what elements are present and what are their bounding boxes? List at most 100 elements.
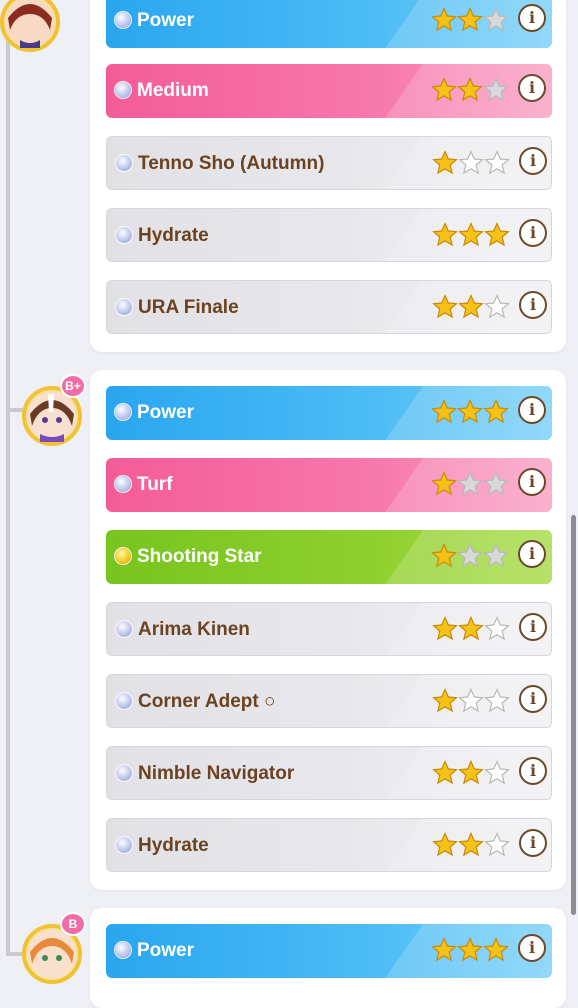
star-rating bbox=[431, 7, 509, 33]
star-filled-icon bbox=[483, 937, 509, 962]
factor-row[interactable]: Turf i bbox=[106, 458, 552, 512]
lineage-tree-line bbox=[6, 40, 10, 955]
rank-badge: B bbox=[60, 912, 86, 936]
factor-row[interactable]: Hydrate i bbox=[106, 818, 552, 872]
star-rating bbox=[431, 399, 509, 425]
star-filled-icon bbox=[458, 760, 484, 785]
star-empty-icon bbox=[484, 150, 510, 175]
star-rating bbox=[431, 543, 509, 569]
star-empty-icon bbox=[483, 471, 509, 496]
factor-dot-icon bbox=[115, 82, 131, 98]
star-empty-icon bbox=[484, 616, 510, 641]
star-filled-icon bbox=[457, 937, 483, 962]
star-filled-icon bbox=[431, 471, 457, 496]
star-filled-icon bbox=[483, 399, 509, 424]
star-rating bbox=[431, 471, 509, 497]
info-icon[interactable]: i bbox=[519, 829, 547, 857]
factor-dot-icon bbox=[116, 299, 132, 315]
factor-dot-icon bbox=[116, 837, 132, 853]
star-rating bbox=[431, 77, 509, 103]
factor-dot-icon bbox=[116, 155, 132, 171]
star-filled-icon bbox=[432, 294, 458, 319]
info-icon[interactable]: i bbox=[518, 74, 546, 102]
factor-name: Nimble Navigator bbox=[138, 763, 295, 784]
factor-dot-icon bbox=[115, 548, 131, 564]
star-empty-icon bbox=[458, 150, 484, 175]
star-filled-icon bbox=[431, 937, 457, 962]
star-filled-icon bbox=[432, 688, 458, 713]
star-filled-icon bbox=[458, 832, 484, 857]
info-icon[interactable]: i bbox=[518, 468, 546, 496]
star-empty-icon bbox=[458, 688, 484, 713]
star-filled-icon bbox=[431, 7, 457, 32]
rank-badge: B+ bbox=[60, 374, 86, 398]
info-icon[interactable]: i bbox=[519, 613, 547, 641]
factor-name: URA Finale bbox=[138, 297, 239, 318]
factor-row[interactable]: Medium i bbox=[106, 64, 552, 118]
factor-row[interactable]: URA Finale i bbox=[106, 280, 552, 334]
factor-dot-icon bbox=[115, 942, 131, 958]
factor-name: Corner Adept ○ bbox=[138, 691, 276, 712]
factor-name: Power bbox=[137, 10, 195, 31]
factor-dot-icon bbox=[115, 12, 131, 28]
star-filled-icon bbox=[432, 616, 458, 641]
factor-row[interactable]: Corner Adept ○ i bbox=[106, 674, 552, 728]
factor-row[interactable]: Arima Kinen i bbox=[106, 602, 552, 656]
info-icon[interactable]: i bbox=[519, 685, 547, 713]
factor-name: Hydrate bbox=[138, 835, 209, 856]
factor-name: Turf bbox=[137, 474, 173, 495]
star-empty-icon bbox=[457, 543, 483, 568]
star-empty-icon bbox=[457, 471, 483, 496]
factor-dot-icon bbox=[116, 693, 132, 709]
star-filled-icon bbox=[458, 616, 484, 641]
star-rating bbox=[432, 760, 510, 786]
star-filled-icon bbox=[484, 222, 510, 247]
factor-name: Arima Kinen bbox=[138, 619, 250, 640]
star-rating bbox=[432, 150, 510, 176]
star-rating bbox=[432, 616, 510, 642]
star-rating bbox=[432, 222, 510, 248]
factor-name: Power bbox=[137, 940, 195, 961]
factor-dot-icon bbox=[115, 476, 131, 492]
factor-row[interactable]: Hydrate i bbox=[106, 208, 552, 262]
info-icon[interactable]: i bbox=[518, 540, 546, 568]
factor-row[interactable]: Nimble Navigator i bbox=[106, 746, 552, 800]
factor-row[interactable]: Power i bbox=[106, 924, 552, 978]
factor-row[interactable]: Power i bbox=[106, 0, 552, 48]
factor-row[interactable]: Tenno Sho (Autumn) i bbox=[106, 136, 552, 190]
star-filled-icon bbox=[432, 760, 458, 785]
factor-dot-icon bbox=[116, 765, 132, 781]
star-rating bbox=[431, 937, 509, 963]
info-icon[interactable]: i bbox=[519, 147, 547, 175]
star-empty-icon bbox=[484, 832, 510, 857]
star-rating bbox=[432, 688, 510, 714]
info-icon[interactable]: i bbox=[518, 934, 546, 962]
factor-dot-icon bbox=[115, 404, 131, 420]
star-rating bbox=[432, 832, 510, 858]
info-icon[interactable]: i bbox=[519, 291, 547, 319]
factor-dot-icon bbox=[116, 227, 132, 243]
star-filled-icon bbox=[431, 543, 457, 568]
info-icon[interactable]: i bbox=[518, 4, 546, 32]
scrollbar[interactable] bbox=[571, 515, 576, 915]
star-filled-icon bbox=[432, 832, 458, 857]
star-filled-icon bbox=[431, 399, 457, 424]
star-empty-icon bbox=[483, 543, 509, 568]
star-empty-icon bbox=[483, 77, 509, 102]
star-empty-icon bbox=[484, 760, 510, 785]
info-icon[interactable]: i bbox=[518, 396, 546, 424]
star-filled-icon bbox=[457, 7, 483, 32]
info-icon[interactable]: i bbox=[519, 219, 547, 247]
parent-avatar-1[interactable] bbox=[0, 0, 60, 52]
factor-name: Medium bbox=[137, 80, 209, 101]
factor-name: Power bbox=[137, 402, 195, 423]
star-filled-icon bbox=[458, 222, 484, 247]
star-filled-icon bbox=[458, 294, 484, 319]
factor-row[interactable]: Power i bbox=[106, 386, 552, 440]
star-filled-icon bbox=[432, 222, 458, 247]
factor-row[interactable]: Shooting Star i bbox=[106, 530, 552, 584]
info-icon[interactable]: i bbox=[519, 757, 547, 785]
factor-name: Tenno Sho (Autumn) bbox=[138, 153, 325, 174]
star-empty-icon bbox=[483, 7, 509, 32]
star-filled-icon bbox=[431, 77, 457, 102]
